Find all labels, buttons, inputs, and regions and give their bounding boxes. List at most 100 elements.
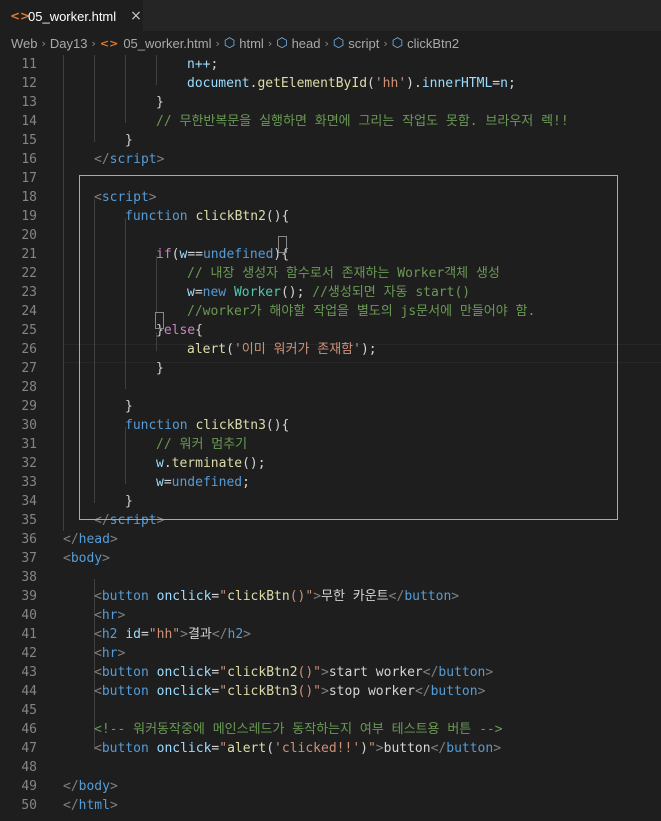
breadcrumb-item[interactable]: ⬡ clickBtn2 <box>392 36 459 51</box>
chevron-right-icon: › <box>215 36 220 50</box>
line-number: 38 <box>21 570 37 585</box>
code-line[interactable]: 50 </html> <box>0 796 661 815</box>
code-token: > <box>451 589 460 604</box>
code-line[interactable]: 37 <body> <box>0 549 661 568</box>
code-line[interactable]: 41 <h2 id="hh">결과</h2> <box>0 625 661 644</box>
symbol-box-icon: ⬡ <box>223 35 236 51</box>
line-number: 20 <box>21 228 37 243</box>
code-token: > <box>321 665 329 680</box>
line-number: 49 <box>21 779 37 794</box>
code-text: </body> <box>63 777 118 796</box>
code-token: > <box>321 684 329 699</box>
code-token: " <box>367 741 376 756</box>
breadcrumb-item[interactable]: Web <box>11 36 38 51</box>
code-token: < <box>94 741 102 756</box>
code-line[interactable]: 47 <button onclick="alert('clicked!!')">b… <box>0 739 661 758</box>
code-text: </head> <box>63 530 118 549</box>
code-line[interactable]: 49 </body> <box>0 777 661 796</box>
code-token: body <box>78 779 110 794</box>
code-token: < <box>94 589 102 604</box>
code-token: </ <box>94 152 110 167</box>
code-token: n++ <box>187 57 211 72</box>
code-line[interactable]: 42 <hr> <box>0 644 661 663</box>
code-token: ( <box>367 76 375 91</box>
code-line[interactable]: 12 document.getElementById('hh').innerHTM… <box>0 74 661 93</box>
code-token: < <box>63 551 71 566</box>
code-line[interactable]: 38 <box>0 568 661 587</box>
code-text: </html> <box>63 796 118 815</box>
breadcrumb-item[interactable]: <> 05_worker.html <box>100 36 212 51</box>
line-number: 48 <box>21 760 37 775</box>
line-number: 43 <box>21 665 37 680</box>
code-editor[interactable]: 11 n++; 12 document.getElementById('hh').in… <box>0 55 661 821</box>
line-number: 41 <box>21 627 37 642</box>
close-icon[interactable]: × <box>130 8 142 24</box>
code-line[interactable]: 48 <box>0 758 661 777</box>
code-line[interactable]: 15} <box>0 131 661 150</box>
code-line[interactable]: 13} <box>0 93 661 112</box>
code-token: onclick <box>156 741 212 756</box>
code-token: > <box>156 152 165 167</box>
breadcrumb-label: clickBtn2 <box>407 35 460 51</box>
code-token: > <box>117 608 126 623</box>
breadcrumb-item[interactable]: ⬡ head <box>276 36 320 51</box>
code-token: alert <box>227 741 267 756</box>
code-token: "hh" <box>148 627 181 642</box>
chevron-right-icon: › <box>267 36 273 50</box>
code-token: 결과 <box>187 627 212 642</box>
line-number: 14 <box>21 114 37 129</box>
code-text: </script> <box>94 150 164 169</box>
code-text: <body> <box>63 549 110 568</box>
code-line[interactable]: 39 <button onclick="clickBtn()">무한 카운트</b… <box>0 587 661 606</box>
html-file-icon: <> <box>99 36 119 50</box>
code-token: </ <box>388 589 405 604</box>
code-token: < <box>94 608 102 623</box>
symbol-box-icon: ⬡ <box>332 35 345 51</box>
line-number: 12 <box>21 76 37 91</box>
code-token: id <box>125 627 141 642</box>
code-token: > <box>485 665 494 680</box>
breadcrumb: Web › Day13 › <> 05_worker.html › ⬡ html › ⬡ head › ⬡… <box>0 31 661 55</box>
code-token: > <box>375 741 384 756</box>
line-number: 13 <box>21 95 37 110</box>
code-line[interactable]: 45 <box>0 701 661 720</box>
line-number: 26 <box>21 342 37 357</box>
code-line[interactable]: 43 <button onclick="clickBtn2()">start wo… <box>0 663 661 682</box>
code-line[interactable]: 36 </head> <box>0 530 661 549</box>
tab-05-worker-html[interactable]: <> 05_worker.html × <box>0 0 143 31</box>
code-token: </ <box>63 532 79 547</box>
code-text: } <box>156 93 164 112</box>
code-token: hr <box>101 608 118 623</box>
chevron-right-icon: › <box>383 36 388 50</box>
code-token: </ <box>211 627 228 642</box>
code-token: > <box>243 627 251 642</box>
line-number: 30 <box>21 418 37 433</box>
code-token: button <box>446 741 494 756</box>
code-token: onclick <box>156 589 212 604</box>
code-line[interactable]: 11 n++; <box>0 55 661 74</box>
code-line[interactable]: 46 <!-- 워커동작중에 메인스레드가 동작하는지 여부 테스트용 버튼 --… <box>0 720 661 739</box>
code-token: html <box>78 798 110 813</box>
line-number: 36 <box>21 532 37 547</box>
line-number: 28 <box>21 380 37 395</box>
code-token: onclick <box>156 665 212 680</box>
code-line[interactable]: 44 <button onclick="clickBtn3()">stop wor… <box>0 682 661 701</box>
line-number: 46 <box>21 722 37 737</box>
code-token: </ <box>63 779 79 794</box>
breadcrumb-item[interactable]: ⬡ script <box>333 36 379 51</box>
line-number: 40 <box>21 608 37 623</box>
line-number: 45 <box>21 703 37 718</box>
code-text: <button onclick="clickBtn2()">start work… <box>94 663 493 682</box>
code-text: <hr> <box>94 606 125 625</box>
code-line[interactable]: 40 <hr> <box>0 606 661 625</box>
breadcrumb-item[interactable]: Day13 <box>50 36 88 51</box>
line-number: 15 <box>21 133 37 148</box>
code-token: > <box>109 532 118 547</box>
code-line[interactable]: 14 // 무한반복문을 실행하면 화면에 그리는 작업도 못함. 브라우저 렉!… <box>0 112 661 131</box>
line-number: 27 <box>21 361 37 376</box>
code-line[interactable]: 16 </script> <box>0 150 661 169</box>
breadcrumb-item[interactable]: ⬡ html <box>224 36 264 51</box>
code-token: " <box>219 741 228 756</box>
line-number: 24 <box>21 304 37 319</box>
code-token: button <box>101 589 149 604</box>
